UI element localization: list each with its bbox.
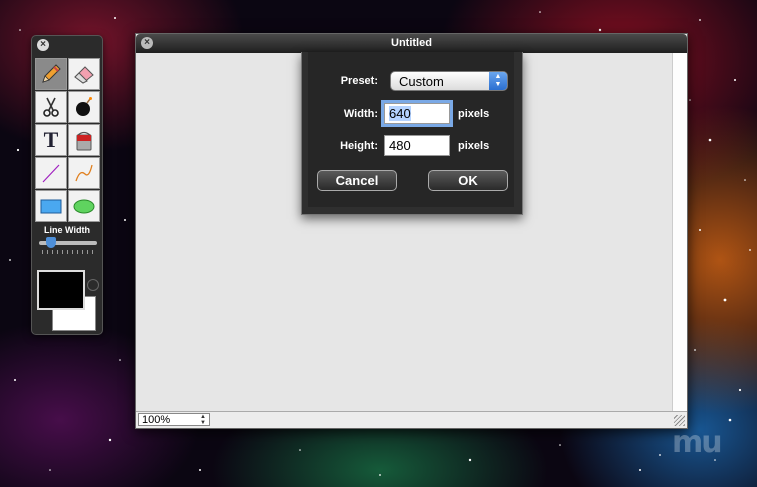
popup-arrows-icon: ▲ ▼	[489, 72, 507, 90]
pencil-icon	[42, 64, 61, 83]
line-width-slider-thumb[interactable]	[45, 237, 56, 248]
window-titlebar[interactable]: × Untitled	[136, 34, 687, 53]
height-value: 480	[389, 138, 411, 153]
watermark-logo: mu	[672, 425, 723, 460]
cancel-button[interactable]: Cancel	[317, 170, 397, 191]
eraser-icon	[74, 66, 94, 84]
foreground-color-swatch[interactable]	[37, 270, 85, 310]
tool-grid: T	[35, 58, 100, 222]
text-tool-icon: T	[43, 127, 59, 152]
zoom-stepper[interactable]: 100% ▲ ▼	[138, 413, 210, 426]
scissors-tool-button[interactable]	[35, 91, 67, 123]
status-bar: 100% ▲ ▼	[136, 411, 687, 428]
stepper-arrows-icon[interactable]: ▲ ▼	[200, 414, 206, 426]
width-label: Width:	[343, 108, 378, 120]
text-tool-button[interactable]: T	[35, 124, 67, 156]
line-width-ticks	[42, 250, 94, 254]
new-image-sheet: Preset: Custom ▲ ▼ Width: 640 pixels Heig…	[301, 52, 523, 215]
width-value: 640	[389, 106, 411, 121]
bomb-tool-button[interactable]	[68, 91, 100, 123]
paint-bucket-tool-button[interactable]	[68, 124, 100, 156]
line-width-label: Line Width	[44, 225, 90, 235]
curve-tool-button[interactable]	[68, 157, 100, 189]
height-unit: pixels	[458, 140, 490, 152]
height-label: Height:	[340, 140, 378, 152]
sheet-content: Preset: Custom ▲ ▼ Width: 640 pixels Heig…	[308, 52, 514, 207]
line-width-slider[interactable]	[39, 237, 97, 248]
ellipse-tool-icon	[73, 199, 95, 214]
ok-button[interactable]: OK	[428, 170, 508, 191]
line-tool-button[interactable]	[35, 157, 67, 189]
vertical-scrollbar[interactable]	[672, 53, 687, 411]
width-field[interactable]: 640	[381, 100, 453, 127]
window-title: Untitled	[391, 37, 432, 49]
line-tool-icon	[42, 164, 60, 183]
zoom-value: 100%	[142, 414, 171, 426]
rectangle-tool-button[interactable]	[35, 190, 67, 222]
scissors-icon	[43, 97, 59, 117]
tool-palette: × T Line Width	[31, 35, 103, 335]
eraser-tool-button[interactable]	[68, 58, 100, 90]
rectangle-tool-icon	[40, 199, 62, 214]
preset-label: Preset:	[340, 75, 378, 87]
bomb-icon	[76, 97, 92, 116]
preset-value: Custom	[399, 74, 444, 89]
curve-tool-icon	[75, 164, 93, 182]
ellipse-tool-button[interactable]	[68, 190, 100, 222]
width-unit: pixels	[458, 108, 490, 120]
height-field[interactable]: 480	[384, 135, 450, 156]
preset-popup[interactable]: Custom ▲ ▼	[390, 71, 508, 91]
paint-bucket-icon	[76, 131, 92, 151]
swap-colors-icon[interactable]	[87, 279, 99, 291]
pencil-tool-button[interactable]	[35, 58, 67, 90]
palette-close-icon[interactable]: ×	[37, 39, 49, 51]
